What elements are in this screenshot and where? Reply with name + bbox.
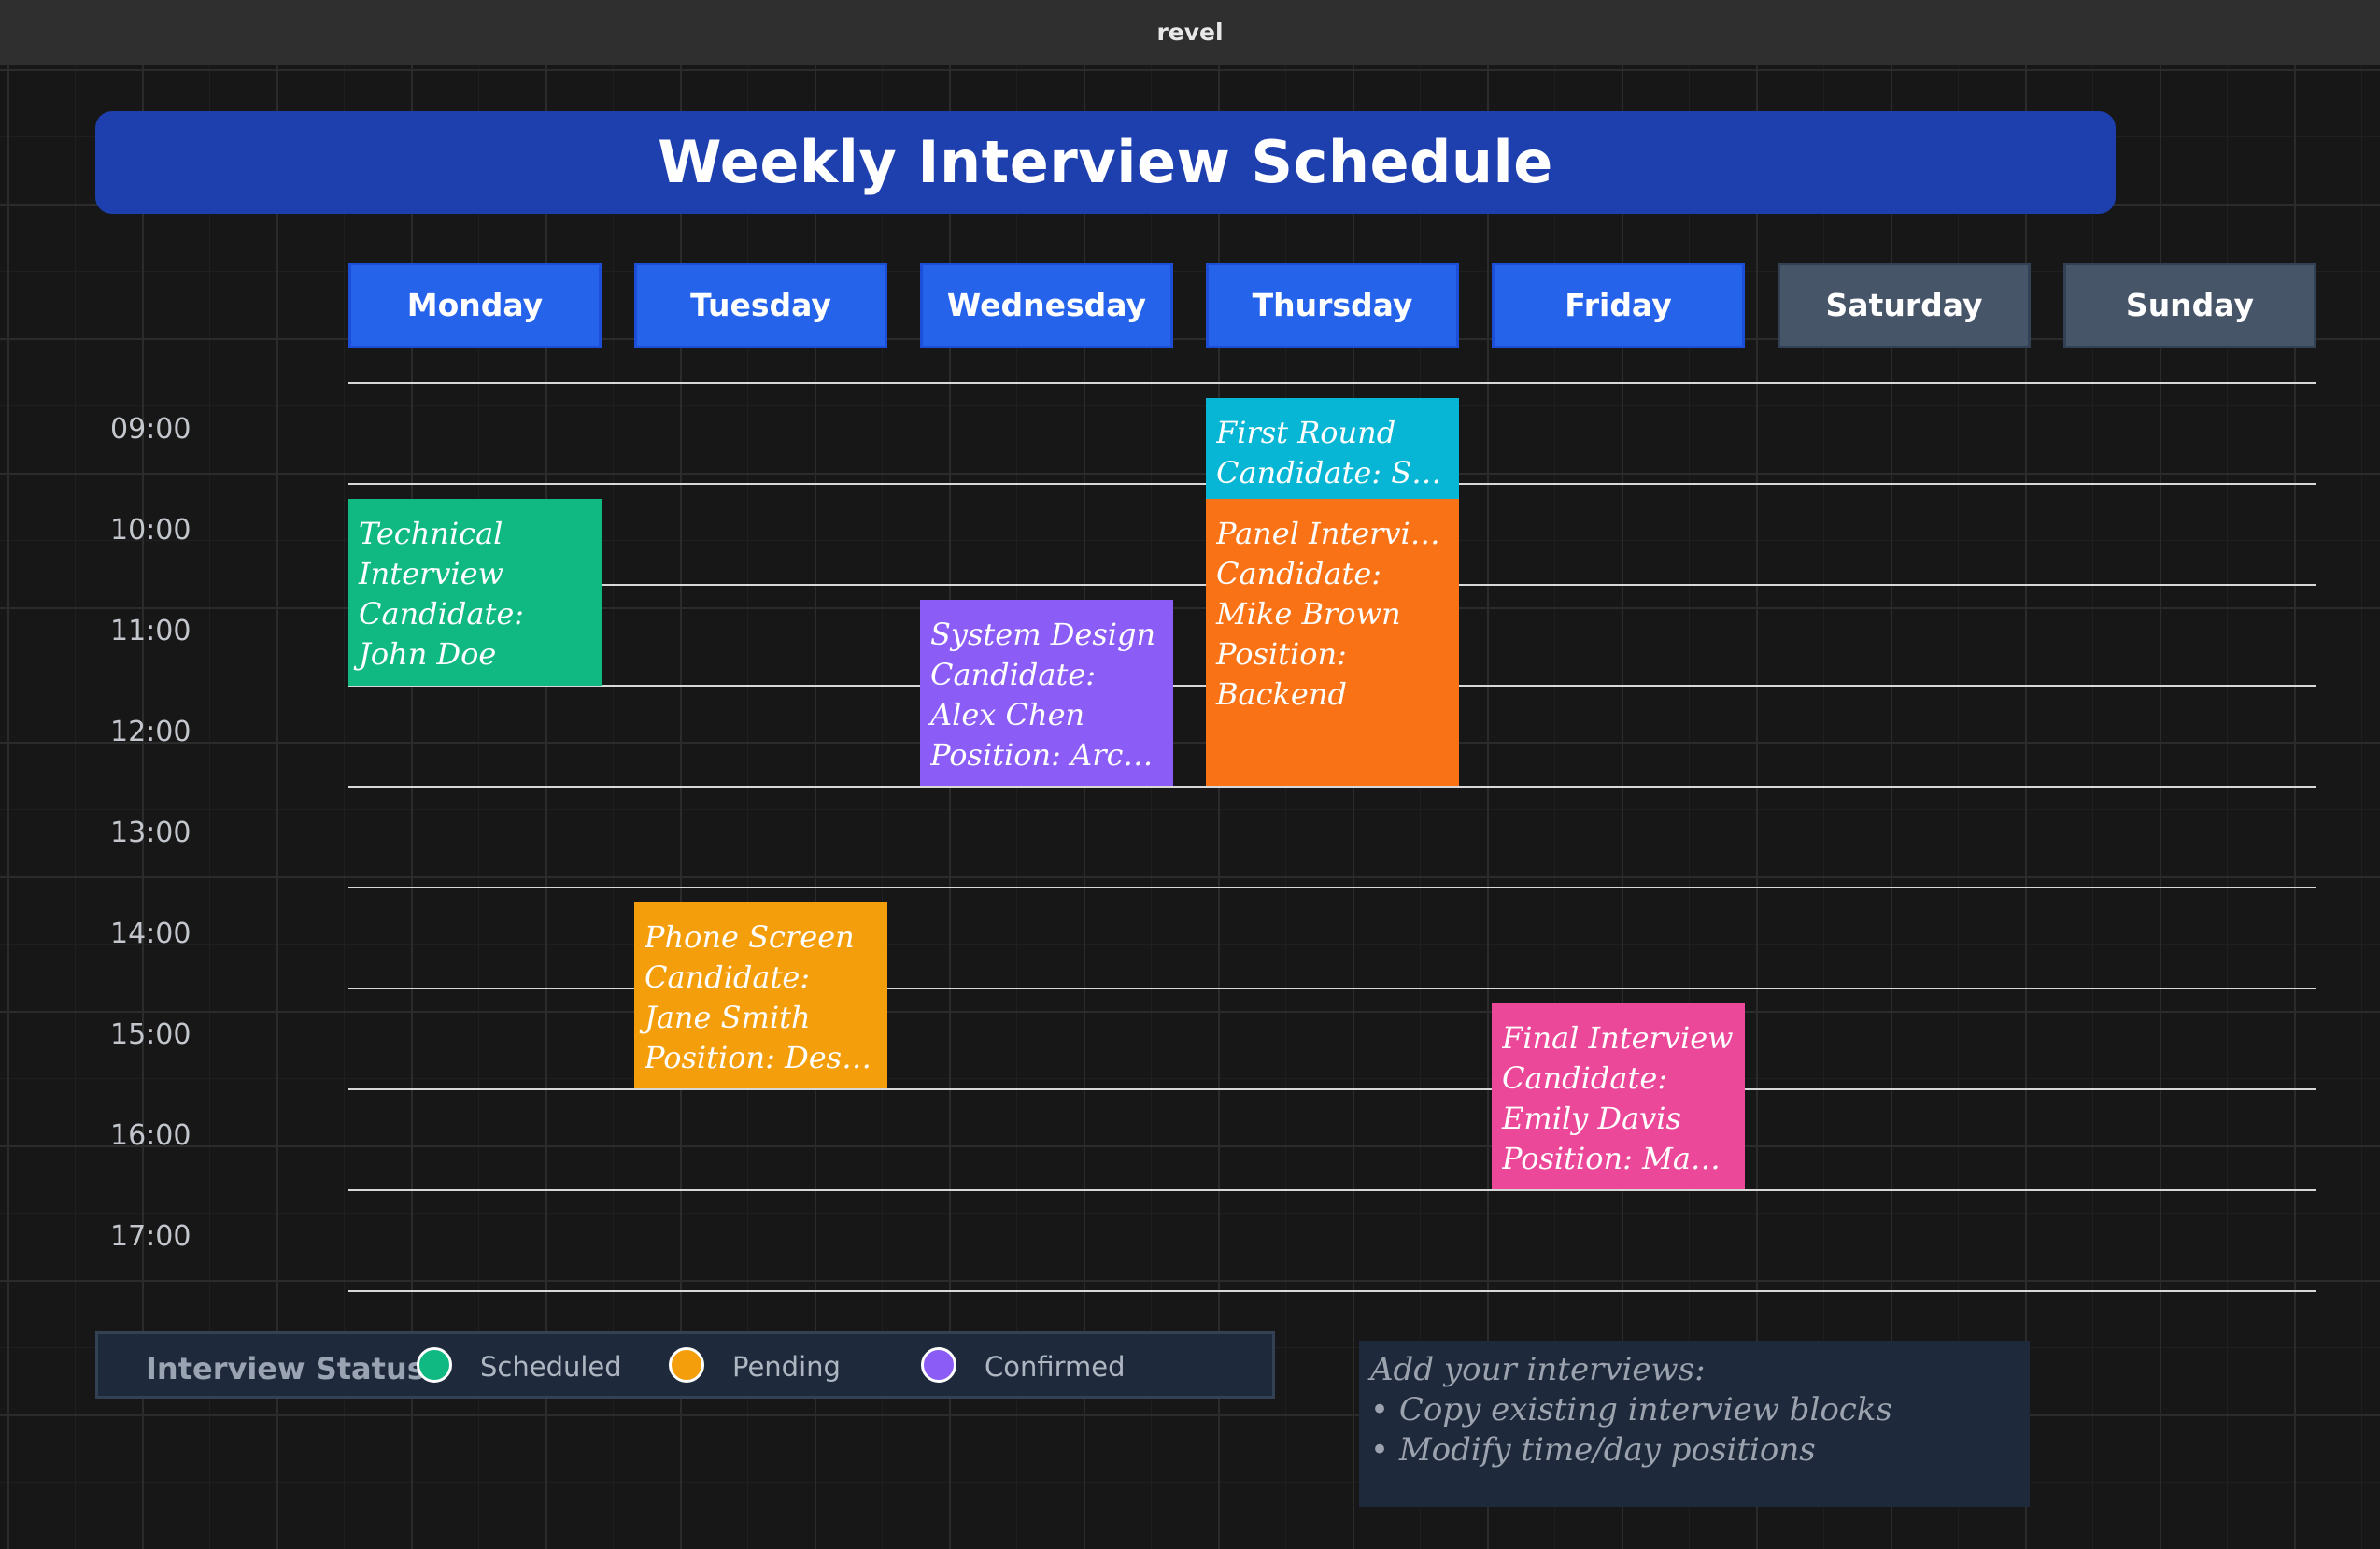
hour-gridline (348, 1290, 2316, 1292)
time-label: 15:00 (110, 1018, 191, 1051)
time-label: 16:00 (110, 1119, 191, 1152)
day-header-tuesday[interactable]: Tuesday (634, 263, 887, 348)
hour-gridline (348, 1189, 2316, 1191)
interview-title: System Design (930, 617, 1156, 652)
time-label: 10:00 (110, 514, 191, 547)
legend-label-scheduled: Scheduled (480, 1351, 622, 1383)
day-header-monday[interactable]: Monday (348, 263, 602, 348)
interview-candidate: Candidate: Jane Smith (645, 959, 811, 1035)
time-label: 14:00 (110, 917, 191, 950)
legend-label-pending: Pending (732, 1351, 841, 1383)
day-header-sunday[interactable]: Sunday (2063, 263, 2316, 348)
time-label: 17:00 (110, 1220, 191, 1253)
day-header-wednesday[interactable]: Wednesday (920, 263, 1173, 348)
time-label: 09:00 (110, 413, 191, 446)
interview-block-system-design[interactable]: System Design Candidate: Alex Chen Posit… (920, 600, 1173, 786)
interview-title: Phone Screen (645, 919, 855, 955)
interview-position: Position: Man… (1502, 1141, 1737, 1176)
interview-block-panel[interactable]: Panel Interview Candidate: Mike Brown Po… (1206, 499, 1459, 786)
interview-candidate: Candidate: John Doe (359, 596, 525, 672)
hour-gridline (348, 1088, 2316, 1090)
interview-title: Final Interview (1502, 1020, 1734, 1056)
window-titlebar: revel (0, 0, 2380, 65)
instruction-item: • Copy existing interview blocks (1370, 1391, 1892, 1428)
day-header-friday[interactable]: Friday (1492, 263, 1745, 348)
interview-candidate: Candidate: Mike Brown (1216, 556, 1401, 632)
hour-gridline (348, 786, 2316, 788)
confirmed-status-dot-icon (921, 1347, 956, 1383)
interview-block-phone-screen[interactable]: Phone Screen Candidate: Jane Smith Posit… (634, 902, 887, 1088)
time-label: 13:00 (110, 817, 191, 849)
status-legend[interactable]: Interview Status: Scheduled Pending Conf… (95, 1331, 1275, 1399)
time-label: 12:00 (110, 716, 191, 748)
window-title: revel (1156, 19, 1224, 46)
hour-gridline (348, 887, 2316, 888)
day-header-thursday[interactable]: Thursday (1206, 263, 1459, 348)
interview-candidate: Candidate: Sarah (1216, 455, 1452, 490)
day-header-saturday[interactable]: Saturday (1778, 263, 2031, 348)
interview-title: First Round (1216, 415, 1396, 450)
interview-title: Panel Interview (1216, 516, 1452, 551)
hour-gridline (348, 382, 2316, 384)
interview-block-first-round[interactable]: First Round Candidate: Sarah (1206, 398, 1459, 499)
interview-position: Position: Arch… (930, 737, 1166, 773)
legend-title: Interview Status: (146, 1351, 437, 1386)
instructions-title: Add your interviews: (1370, 1351, 1706, 1388)
page-title[interactable]: Weekly Interview Schedule (95, 111, 2116, 214)
interview-position: Position: Desi… (645, 1040, 880, 1075)
instructions-note[interactable]: Add your interviews: • Copy existing int… (1359, 1341, 2030, 1507)
interview-candidate: Candidate: Emily Davis (1502, 1060, 1681, 1136)
interview-block-technical[interactable]: Technical Interview Candidate: John Doe (348, 499, 602, 686)
legend-label-confirmed: Confirmed (985, 1351, 1126, 1383)
interview-block-final[interactable]: Final Interview Candidate: Emily Davis P… (1492, 1003, 1745, 1189)
interview-candidate: Candidate: Alex Chen (930, 657, 1097, 732)
interview-title: Technical Interview (359, 516, 503, 591)
time-label: 11:00 (110, 615, 191, 647)
interview-position: Position: Backend (1216, 636, 1347, 712)
pending-status-dot-icon (669, 1347, 704, 1383)
scheduled-status-dot-icon (417, 1347, 452, 1383)
instruction-item: • Modify time/day positions (1370, 1431, 1816, 1469)
